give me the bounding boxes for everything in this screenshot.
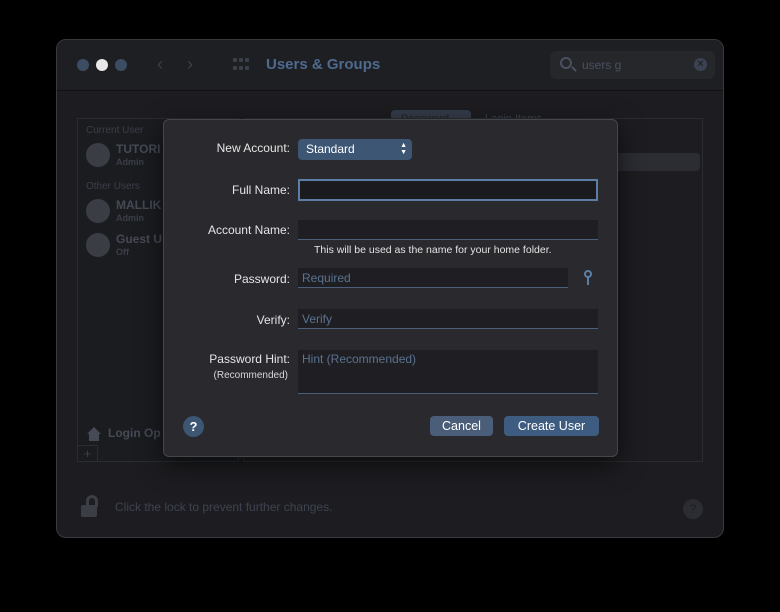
zoom-window-button[interactable]	[115, 59, 127, 71]
cancel-button[interactable]: Cancel	[430, 416, 493, 436]
avatar	[86, 199, 110, 223]
close-window-button[interactable]	[77, 59, 89, 71]
password-hint-field[interactable]	[298, 350, 598, 394]
minimize-window-button[interactable]	[96, 59, 108, 71]
show-all-grid-icon[interactable]	[233, 58, 249, 72]
title-bar: ‹ › Users & Groups users g ✕	[57, 40, 723, 91]
new-account-sheet: New Account: Standard ▲ ▼ Full Name: Acco…	[163, 119, 618, 457]
add-user-button[interactable]: +	[78, 445, 98, 461]
user-name: Guest U	[116, 232, 163, 246]
window-help-button[interactable]: ?	[683, 499, 703, 519]
password-label: Password:	[233, 272, 290, 286]
account-type-popup[interactable]: Standard ▲ ▼	[298, 139, 412, 160]
clear-search-icon[interactable]: ✕	[694, 58, 707, 71]
account-name-label: Account Name:	[207, 223, 290, 237]
help-button[interactable]: ?	[183, 416, 204, 437]
guest-avatar	[86, 233, 110, 257]
avatar	[86, 143, 110, 167]
login-options-label: Login Op	[108, 426, 161, 441]
account-name-note: This will be used as the name for your h…	[314, 244, 552, 256]
user-name: MALLIK	[116, 198, 162, 212]
unlocked-lock-icon[interactable]	[79, 495, 101, 517]
account-name-field[interactable]	[298, 220, 598, 240]
current-user-label: Current User	[86, 125, 144, 136]
lock-text: Click the lock to prevent further change…	[115, 500, 333, 514]
create-user-button[interactable]: Create User	[504, 416, 599, 436]
full-name-field[interactable]	[298, 179, 598, 201]
other-users-label: Other Users	[86, 181, 140, 192]
password-field[interactable]	[298, 268, 568, 288]
forward-chevron-icon[interactable]: ›	[187, 54, 193, 75]
password-hint-label: Password Hint:	[209, 352, 290, 366]
search-value: users g	[582, 58, 622, 72]
search-icon	[560, 57, 572, 69]
house-icon	[86, 427, 102, 441]
user-role: Off	[116, 247, 129, 257]
key-icon[interactable]	[583, 270, 593, 286]
login-options-item[interactable]: Login Op	[86, 426, 161, 441]
window-title: Users & Groups	[266, 56, 381, 73]
password-hint-sublabel: (Recommended)	[213, 370, 288, 381]
verify-field[interactable]	[298, 309, 598, 329]
user-name: TUTORI	[116, 142, 161, 156]
change-password-button[interactable]	[604, 153, 700, 171]
verify-label: Verify:	[256, 313, 290, 327]
full-name-label: Full Name:	[231, 183, 290, 197]
back-chevron-icon[interactable]: ‹	[157, 54, 163, 75]
new-account-label: New Account:	[216, 141, 290, 155]
search-field[interactable]: users g ✕	[550, 51, 715, 79]
account-type-value: Standard	[306, 142, 355, 156]
user-role: Admin	[116, 157, 144, 167]
up-down-chevron-icon: ▲ ▼	[400, 142, 407, 156]
user-role: Admin	[116, 213, 144, 223]
